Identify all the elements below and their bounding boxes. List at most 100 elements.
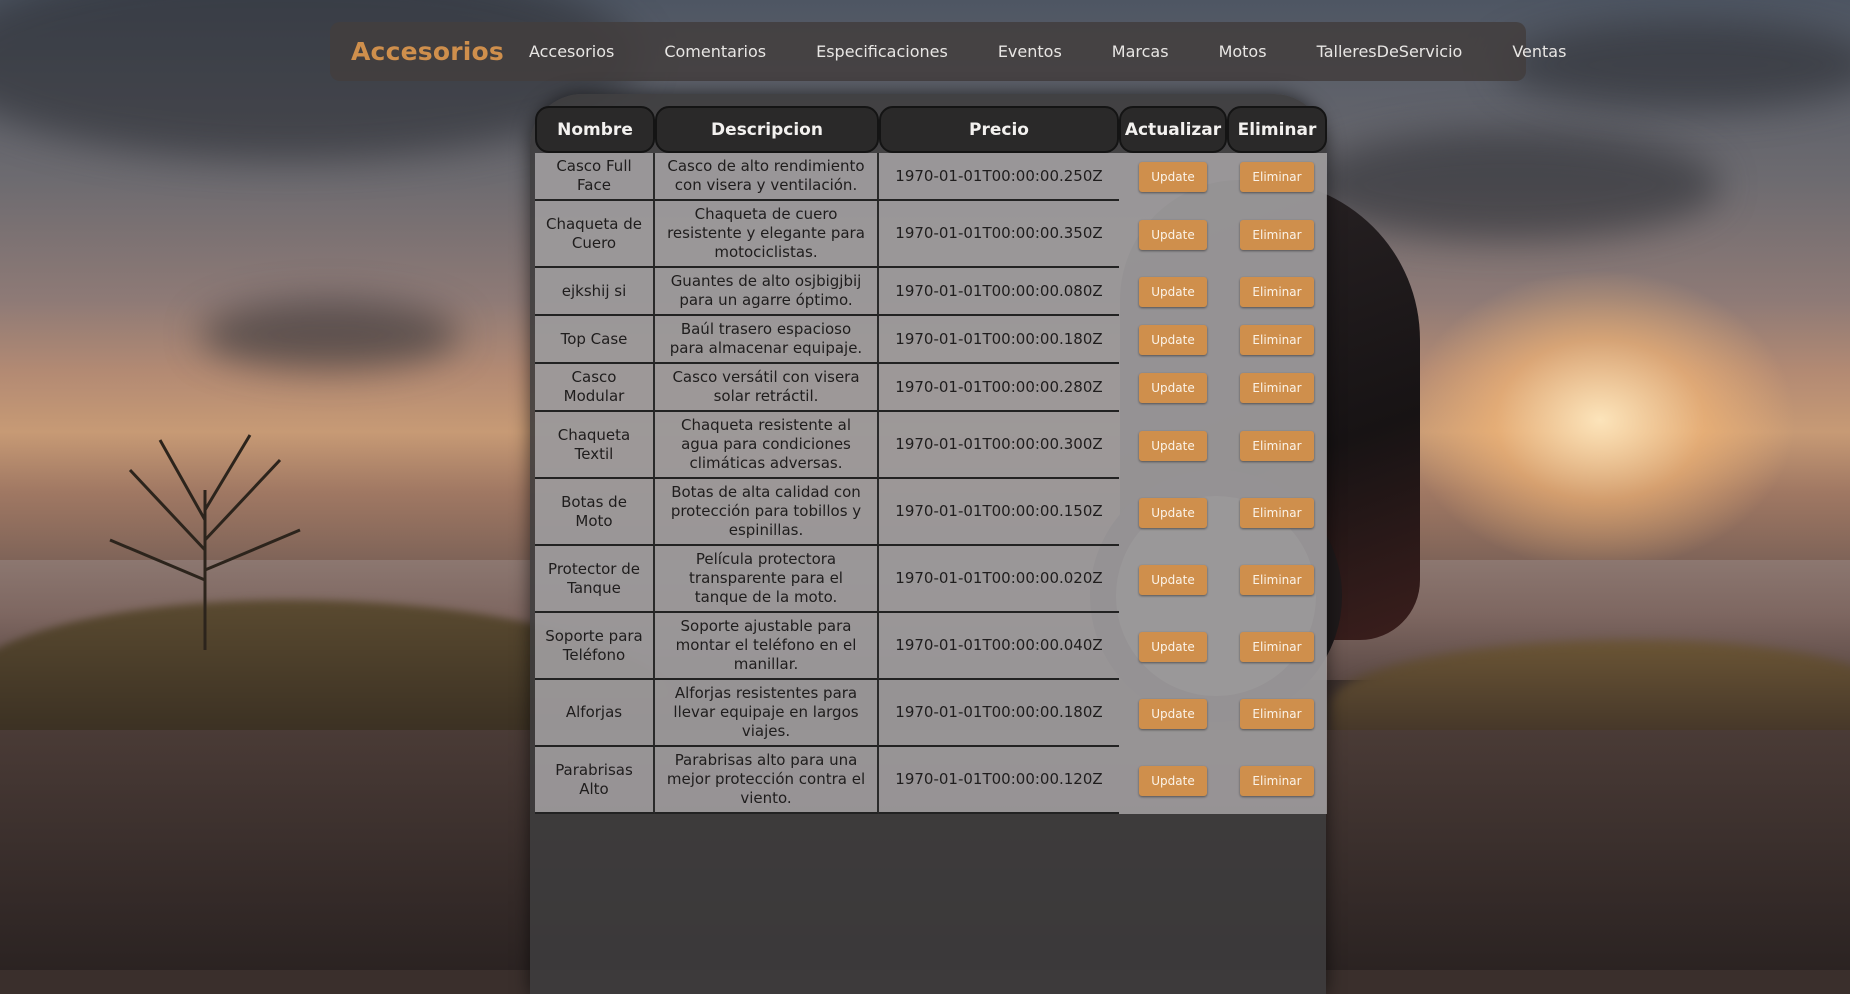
delete-button[interactable]: Eliminar [1240,373,1314,403]
cell-nombre: Parabrisas Alto [535,747,655,814]
nav-link-ventas[interactable]: Ventas [1512,42,1566,61]
update-button[interactable]: Update [1139,497,1207,528]
cell-eliminar: Eliminar [1227,479,1327,546]
update-button[interactable]: Update [1139,162,1207,192]
update-button[interactable]: Update [1139,430,1207,461]
table-row: Chaqueta de Cuero Chaqueta de cuero resis… [535,201,1327,268]
update-button[interactable]: Update [1139,564,1207,595]
cell-eliminar: Eliminar [1227,613,1327,680]
nav-link-accesorios[interactable]: Accesorios [529,42,614,61]
cell-precio: 1970-01-01T00:00:00.080Z [879,268,1119,316]
delete-button[interactable]: Eliminar [1240,564,1314,595]
table-row: Parabrisas Alto Parabrisas alto para una … [535,747,1327,814]
cell-precio: 1970-01-01T00:00:00.250Z [879,153,1119,201]
cell-actualizar: Update [1119,364,1227,412]
cell-eliminar: Eliminar [1227,546,1327,613]
delete-button[interactable]: Eliminar [1240,698,1314,729]
delete-button[interactable]: Eliminar [1240,219,1314,250]
cell-precio: 1970-01-01T00:00:00.280Z [879,364,1119,412]
update-button[interactable]: Update [1139,698,1207,729]
brand-link[interactable]: Accesorios [351,37,504,66]
header-nombre: Nombre [535,106,655,153]
cell-actualizar: Update [1119,153,1227,201]
header-descripcion: Descripcion [655,106,879,153]
cell-eliminar: Eliminar [1227,364,1327,412]
cell-eliminar: Eliminar [1227,153,1327,201]
cell-precio: 1970-01-01T00:00:00.020Z [879,546,1119,613]
cell-actualizar: Update [1119,546,1227,613]
cell-descripcion: Soporte ajustable para montar el teléfon… [655,613,879,680]
cell-nombre: Chaqueta de Cuero [535,201,655,268]
cell-actualizar: Update [1119,747,1227,814]
delete-button[interactable]: Eliminar [1240,277,1314,307]
nav-link-talleres[interactable]: TalleresDeServicio [1317,42,1463,61]
cell-precio: 1970-01-01T00:00:00.180Z [879,316,1119,364]
nav-link-eventos[interactable]: Eventos [998,42,1062,61]
cell-nombre: Botas de Moto [535,479,655,546]
cell-descripcion: Chaqueta de cuero resistente y elegante … [655,201,879,268]
cell-actualizar: Update [1119,201,1227,268]
header-precio: Precio [879,106,1119,153]
cell-precio: 1970-01-01T00:00:00.120Z [879,747,1119,814]
cell-actualizar: Update [1119,479,1227,546]
delete-button[interactable]: Eliminar [1240,497,1314,528]
delete-button[interactable]: Eliminar [1240,765,1314,796]
update-button[interactable]: Update [1139,277,1207,307]
cell-precio: 1970-01-01T00:00:00.350Z [879,201,1119,268]
update-button[interactable]: Update [1139,219,1207,250]
cell-actualizar: Update [1119,613,1227,680]
nav-link-especificaciones[interactable]: Especificaciones [816,42,948,61]
cloud [200,300,460,370]
cell-descripcion: Baúl trasero espacioso para almacenar eq… [655,316,879,364]
cell-descripcion: Película protectora transparente para el… [655,546,879,613]
table-row: Alforjas Alforjas resistentes para llevar… [535,680,1327,747]
cell-nombre: Protector de Tanque [535,546,655,613]
delete-button[interactable]: Eliminar [1240,325,1314,355]
cell-actualizar: Update [1119,412,1227,479]
table-row: Soporte para Teléfono Soporte ajustable p… [535,613,1327,680]
cell-nombre: Alforjas [535,680,655,747]
nav-link-motos[interactable]: Motos [1219,42,1267,61]
cell-precio: 1970-01-01T00:00:00.300Z [879,412,1119,479]
cell-actualizar: Update [1119,268,1227,316]
plant-silhouette [109,434,301,650]
nav-link-comentarios[interactable]: Comentarios [664,42,766,61]
cell-eliminar: Eliminar [1227,412,1327,479]
update-button[interactable]: Update [1139,373,1207,403]
cell-descripcion: Casco de alto rendimiento con visera y v… [655,153,879,201]
update-button[interactable]: Update [1139,631,1207,662]
table-row: ejkshij si Guantes de alto osjbigjbij par… [535,268,1327,316]
header-eliminar: Eliminar [1227,106,1327,153]
cell-descripcion: Casco versátil con visera solar retrácti… [655,364,879,412]
table-row: Top Case Baúl trasero espacioso para alma… [535,316,1327,364]
cell-eliminar: Eliminar [1227,680,1327,747]
cell-descripcion: Botas de alta calidad con protección par… [655,479,879,546]
table-header-row: Nombre Descripcion Precio Actualizar Eli… [535,106,1327,153]
cell-descripcion: Alforjas resistentes para llevar equipaj… [655,680,879,747]
cell-descripcion: Parabrisas alto para una mejor protecció… [655,747,879,814]
table-row: Casco Modular Casco versátil con visera s… [535,364,1327,412]
cell-precio: 1970-01-01T00:00:00.180Z [879,680,1119,747]
table-row: Chaqueta Textil Chaqueta resistente al ag… [535,412,1327,479]
table-container: Nombre Descripcion Precio Actualizar Eli… [535,106,1327,986]
cell-eliminar: Eliminar [1227,316,1327,364]
delete-button[interactable]: Eliminar [1240,430,1314,461]
update-button[interactable]: Update [1139,325,1207,355]
cell-descripcion: Chaqueta resistente al agua para condici… [655,412,879,479]
nav-link-marcas[interactable]: Marcas [1112,42,1169,61]
cell-nombre: Chaqueta Textil [535,412,655,479]
cell-nombre: ejkshij si [535,268,655,316]
delete-button[interactable]: Eliminar [1240,631,1314,662]
cell-actualizar: Update [1119,680,1227,747]
cell-eliminar: Eliminar [1227,268,1327,316]
top-navbar: Accesorios Accesorios Comentarios Especi… [330,22,1566,81]
cell-nombre: Top Case [535,316,655,364]
cell-eliminar: Eliminar [1227,747,1327,814]
cell-nombre: Casco Full Face [535,153,655,201]
delete-button[interactable]: Eliminar [1240,162,1314,192]
cell-precio: 1970-01-01T00:00:00.150Z [879,479,1119,546]
cell-nombre: Casco Modular [535,364,655,412]
table-row: Botas de Moto Botas de alta calidad con p… [535,479,1327,546]
cell-descripcion: Guantes de alto osjbigjbij para un agarr… [655,268,879,316]
update-button[interactable]: Update [1139,765,1207,796]
